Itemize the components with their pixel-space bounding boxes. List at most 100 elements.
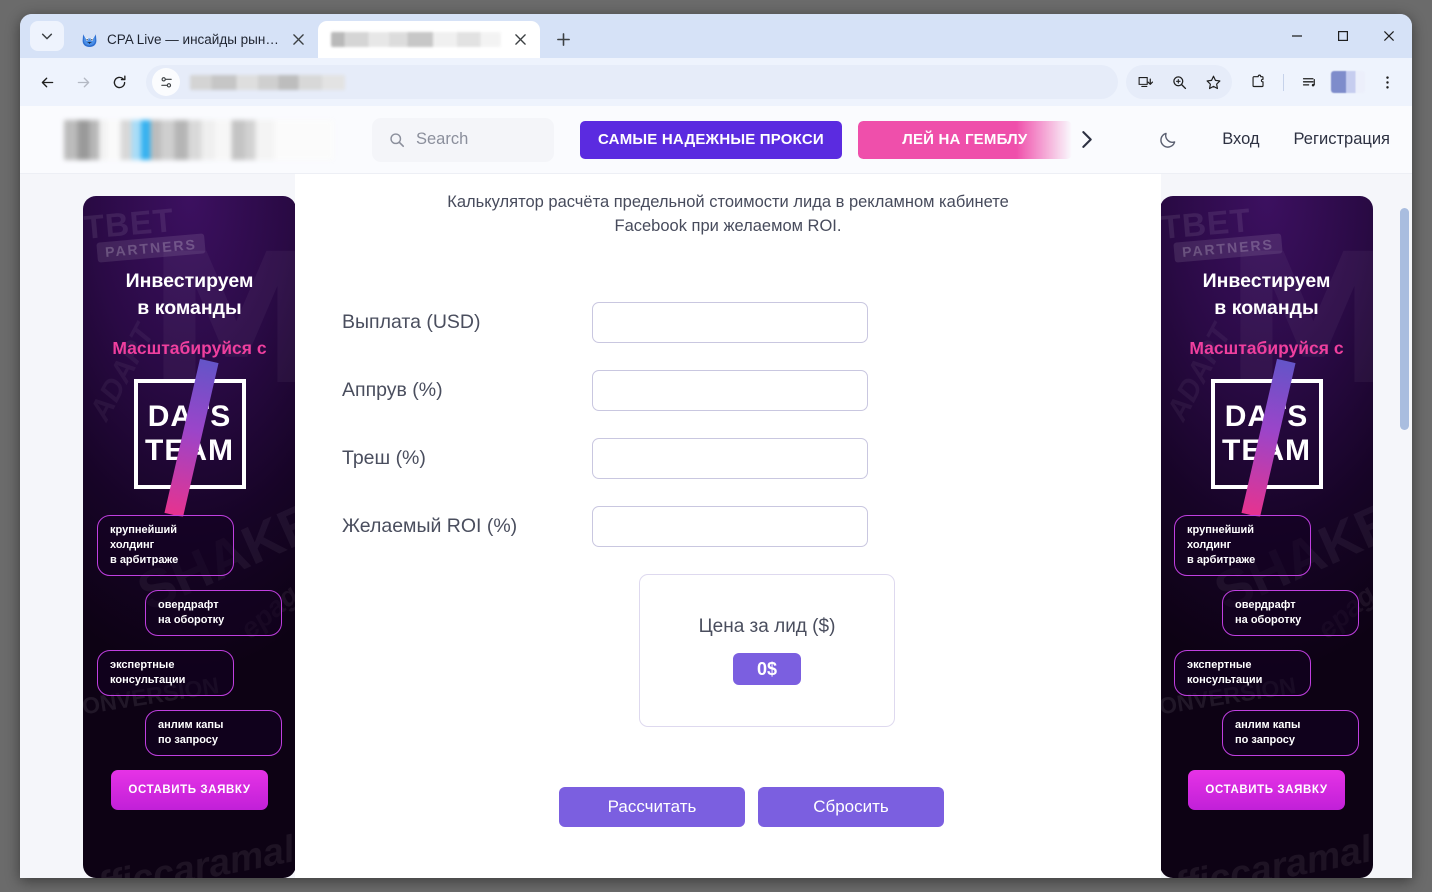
reload-button[interactable] bbox=[102, 65, 136, 99]
banner-headline: Инвестируем в команды bbox=[83, 268, 296, 322]
label-approve: Аппрув (%) bbox=[342, 379, 443, 401]
banner-logo-line2: TEAM bbox=[1222, 434, 1311, 467]
banner-pill-caps: анлим капы по запросу bbox=[145, 710, 282, 756]
banner-logo-line1: DATS bbox=[147, 400, 232, 433]
page-scrollbar[interactable] bbox=[1397, 174, 1412, 878]
form-row-roi: Желаемый ROI (%) bbox=[342, 506, 1161, 547]
page-scrollbar-thumb[interactable] bbox=[1400, 208, 1409, 430]
input-trash[interactable] bbox=[592, 438, 868, 479]
banner-pill-consulting: экспертные консультации bbox=[97, 650, 234, 696]
tab-title: CPA Live — инсайды рынка bbox=[107, 32, 279, 47]
forward-button[interactable] bbox=[66, 65, 100, 99]
banner-pill-line1: анлим капы bbox=[158, 719, 224, 731]
register-link[interactable]: Регистрация bbox=[1260, 130, 1390, 149]
extensions-button[interactable] bbox=[1241, 65, 1275, 99]
calculator-form: Выплата (USD) Аппрув (%) Треш (%) Желаем… bbox=[295, 302, 1161, 851]
banner-subheadline: Масштабируйся с bbox=[112, 338, 267, 358]
tab-close-button[interactable] bbox=[510, 30, 530, 50]
toolbar-actions bbox=[1126, 65, 1404, 99]
calculate-button[interactable]: Рассчитать bbox=[559, 787, 745, 827]
banner-pill-consulting: экспертные консультации bbox=[1174, 650, 1311, 696]
banner-cta-button[interactable]: ОСТАВИТЬ ЗАЯВКУ bbox=[111, 770, 268, 810]
maximize-icon bbox=[1338, 31, 1349, 42]
omnibox-action-group bbox=[1126, 65, 1232, 99]
banner-logo-line2: TEAM bbox=[145, 434, 234, 467]
chevron-right-icon bbox=[1082, 131, 1093, 148]
reload-icon bbox=[113, 75, 126, 88]
page-viewport: Search САМЫЕ НАДЕЖНЫЕ ПРОКСИ ЛЕЙ НА ГЕМБ… bbox=[20, 106, 1412, 878]
promo-banner-proxy[interactable]: САМЫЕ НАДЕЖНЫЕ ПРОКСИ bbox=[580, 120, 842, 159]
address-bar[interactable] bbox=[146, 65, 1118, 99]
banner-pill-line2: на оборотку bbox=[1235, 614, 1302, 626]
promo-next-button[interactable] bbox=[1070, 130, 1104, 149]
extension-puzzle-icon bbox=[1251, 74, 1264, 87]
window-minimize-button[interactable] bbox=[1274, 14, 1320, 58]
tab-search-button[interactable] bbox=[30, 21, 64, 51]
address-value-redacted bbox=[190, 74, 345, 90]
promo-banner-gambling[interactable]: ЛЕЙ НА ГЕМБЛУ bbox=[857, 120, 1072, 159]
site-search[interactable]: Search bbox=[372, 117, 554, 162]
banner-pill-line2: на оборотку bbox=[158, 614, 225, 626]
window-controls bbox=[1274, 14, 1412, 58]
banner-pill-line1: крупнейший холдинг bbox=[110, 524, 178, 551]
login-link[interactable]: Вход bbox=[1188, 130, 1259, 149]
label-roi: Желаемый ROI (%) bbox=[342, 515, 518, 537]
form-row-trash: Треш (%) bbox=[342, 438, 1161, 479]
calculator-subtitle: Калькулятор расчёта предельной стоимости… bbox=[447, 193, 1009, 235]
banner-logo-datsteam: DATS TEAM bbox=[1210, 358, 1323, 518]
input-roi[interactable] bbox=[592, 506, 868, 547]
tab-cpa-live[interactable]: CPA Live — инсайды рынка bbox=[68, 21, 318, 58]
site-logo[interactable] bbox=[64, 119, 334, 160]
theme-toggle-button[interactable] bbox=[1148, 120, 1188, 160]
banner-logo-datsteam: DATS TEAM bbox=[133, 358, 246, 518]
zoom-in-icon bbox=[1172, 75, 1186, 89]
banner-pill-line1: овердрафт bbox=[158, 599, 219, 611]
label-trash: Треш (%) bbox=[342, 447, 426, 469]
profile-avatar[interactable] bbox=[1331, 71, 1365, 93]
close-icon bbox=[1383, 30, 1395, 42]
form-row-payout: Выплата (USD) bbox=[342, 302, 1161, 343]
close-icon bbox=[514, 34, 526, 45]
site-settings-icon[interactable] bbox=[152, 68, 180, 96]
minimize-icon bbox=[1292, 35, 1302, 37]
install-desktop-icon bbox=[1138, 76, 1153, 87]
banner-pill-holding: крупнейший холдинг в арбитраже bbox=[97, 515, 234, 576]
window-maximize-button[interactable] bbox=[1320, 14, 1366, 58]
browser-toolbar bbox=[20, 58, 1412, 106]
plus-icon bbox=[556, 32, 570, 46]
input-payout[interactable] bbox=[592, 302, 868, 343]
banner-watermark-traffic: afficcaramal bbox=[83, 828, 296, 878]
banner-watermark-brand: STBET bbox=[1160, 201, 1253, 248]
form-row-approve: Аппрув (%) bbox=[342, 370, 1161, 411]
back-button[interactable] bbox=[30, 65, 64, 99]
zoom-button[interactable] bbox=[1162, 65, 1196, 99]
input-approve[interactable] bbox=[592, 370, 868, 411]
banner-pill-line1: экспертные bbox=[110, 659, 175, 671]
tab-title-redacted bbox=[331, 32, 501, 47]
bookmark-button[interactable] bbox=[1196, 65, 1230, 99]
reading-list-button[interactable] bbox=[1292, 65, 1326, 99]
banner-pill-line2: в арбитраже bbox=[110, 554, 179, 566]
ad-banner-right[interactable]: STBET PARTNERS M ADAPT SHAKE CONVERSION … bbox=[1160, 196, 1373, 878]
banner-pill-overdraft: овердрафт на оборотку bbox=[1222, 590, 1359, 636]
banner-pill-line1: экспертные bbox=[1187, 659, 1252, 671]
banner-cta-button[interactable]: ОСТАВИТЬ ЗАЯВКУ bbox=[1188, 770, 1345, 810]
arrow-left-icon bbox=[41, 77, 53, 87]
ad-banner-left[interactable]: STBET PARTNERS M ADAPT SHAKE CONVERSION … bbox=[83, 196, 296, 878]
reset-button[interactable]: Сбросить bbox=[758, 787, 944, 827]
star-icon bbox=[1206, 75, 1220, 89]
new-tab-button[interactable] bbox=[548, 24, 578, 54]
tab-close-button[interactable] bbox=[288, 30, 308, 50]
banner-pill-line2: по запросу bbox=[158, 734, 219, 746]
result-value: 0$ bbox=[732, 653, 802, 685]
moon-icon bbox=[1159, 132, 1176, 148]
banner-headline-line2: в команды bbox=[137, 297, 242, 319]
tab-active-calculator[interactable] bbox=[318, 21, 540, 58]
browser-menu-button[interactable] bbox=[1370, 65, 1404, 99]
install-app-button[interactable] bbox=[1128, 65, 1162, 99]
calculator-actions: Рассчитать Сбросить bbox=[342, 787, 1161, 851]
banner-feature-pills: крупнейший холдинг в арбитраже овердрафт… bbox=[1160, 515, 1373, 756]
window-close-button[interactable] bbox=[1366, 14, 1412, 58]
banner-pill-line2: консультации bbox=[1187, 674, 1263, 686]
browser-window: CPA Live — инсайды рынка Search САМЫЕ НА… bbox=[20, 14, 1412, 878]
